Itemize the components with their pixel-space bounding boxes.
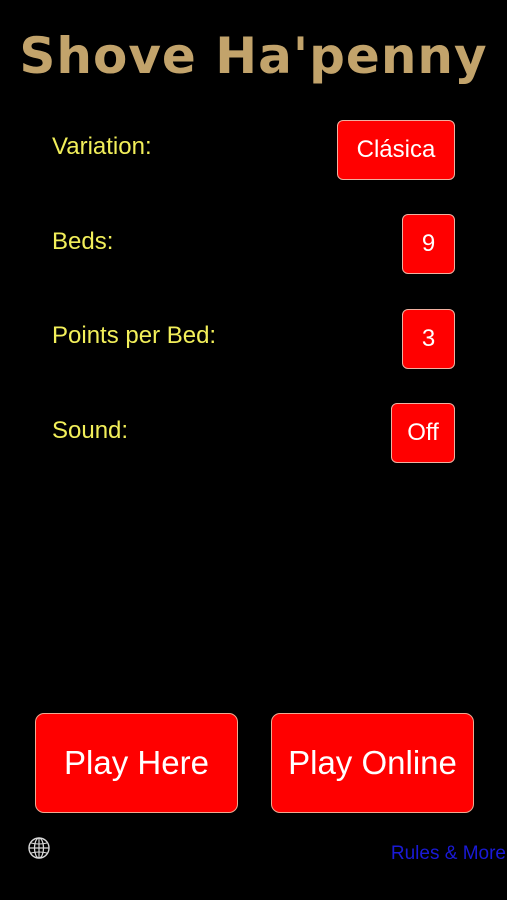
beds-label: Beds:: [52, 228, 114, 255]
globe-icon[interactable]: [27, 836, 51, 860]
beds-button[interactable]: 9: [402, 214, 455, 274]
app-title: Shove Ha'penny: [19, 27, 488, 85]
variation-label: Variation:: [52, 133, 152, 160]
globe-icon-svg: [28, 837, 50, 859]
play-here-button[interactable]: Play Here: [35, 713, 238, 813]
play-online-button[interactable]: Play Online: [271, 713, 474, 813]
points-per-bed-button[interactable]: 3: [402, 309, 455, 369]
variation-button[interactable]: Clásica: [337, 120, 455, 180]
points-per-bed-label: Points per Bed:: [52, 322, 217, 349]
rules-and-more-link[interactable]: Rules & More: [391, 842, 506, 866]
sound-button[interactable]: Off: [391, 403, 455, 463]
sound-label: Sound:: [52, 417, 129, 444]
game-settings-screen: Shove Ha'penny Variation: Clásica Beds: …: [0, 0, 507, 900]
